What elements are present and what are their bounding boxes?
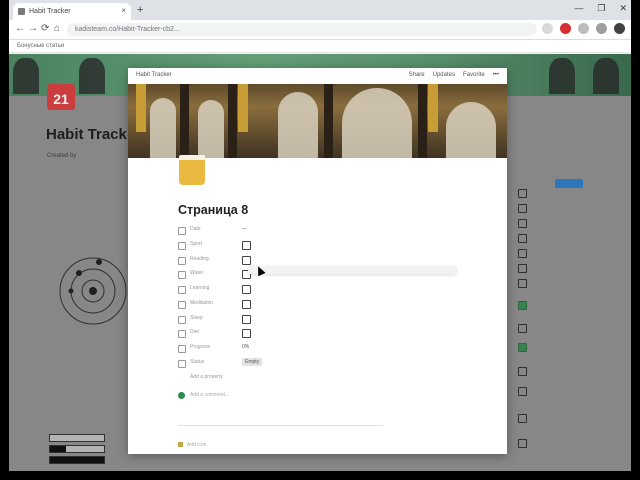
hover-tooltip (248, 266, 456, 274)
plus-icon (178, 375, 184, 381)
checkbox[interactable] (242, 329, 251, 338)
property-row-status[interactable]: Status Empty (178, 358, 498, 370)
property-name: Diet (190, 329, 199, 335)
comment-input[interactable]: Add a comment... (190, 392, 229, 398)
checkbox-property-icon (178, 301, 186, 309)
property-name: Sleep (190, 315, 203, 321)
checkbox-property-icon (178, 330, 186, 338)
select-tag[interactable]: Empty (242, 358, 263, 366)
url-input[interactable]: kadisteam.co/Habit-Tracker-cb2... (67, 23, 537, 36)
property-name: Status (190, 359, 205, 365)
share-button[interactable]: Share (409, 72, 425, 78)
window-controls: — ❐ ✕ (574, 3, 627, 14)
checkbox-property-icon (178, 316, 186, 324)
checkbox-property-icon (178, 271, 186, 279)
property-name: Sport (190, 241, 202, 247)
property-name: Reading (190, 256, 209, 262)
calendar-icon (178, 227, 186, 235)
opera-extension-icon[interactable] (560, 23, 571, 34)
property-row-checkbox[interactable]: Sport (178, 240, 498, 252)
divider (178, 425, 383, 426)
property-row-checkbox[interactable]: Learning (178, 284, 498, 296)
checkbox-property-icon (178, 242, 186, 250)
more-options-icon[interactable]: ••• (493, 72, 499, 78)
add-icon-row[interactable]: Add icon (178, 442, 206, 448)
page-title[interactable]: Страница 8 (178, 203, 248, 217)
beer-page-icon[interactable] (179, 155, 205, 185)
modal-cover-image (128, 84, 507, 158)
user-avatar (178, 392, 185, 399)
favorite-button[interactable]: Favorite (463, 72, 485, 78)
tab-title: Habit Tracker (29, 8, 71, 15)
property-name: Progress (190, 344, 211, 350)
close-tab-icon[interactable]: × (121, 6, 126, 15)
checkbox[interactable] (242, 315, 251, 324)
property-value: 0% (242, 344, 250, 350)
maximize-icon[interactable]: ❐ (597, 3, 605, 14)
add-icon-label: Add icon (187, 442, 207, 448)
checkbox-property-icon (178, 257, 186, 265)
property-row-checkbox[interactable]: Sleep (178, 314, 498, 326)
updates-button[interactable]: Updates (433, 72, 455, 78)
checkbox[interactable] (242, 256, 251, 265)
property-value[interactable]: — (242, 226, 247, 232)
browser-tab-bar: Habit Tracker × + — ❐ ✕ (9, 0, 631, 20)
page-modal: Habit Tracker Share Updates Favorite •••… (128, 68, 507, 454)
property-name: Meditation (190, 300, 214, 306)
icon-placeholder-icon (178, 442, 183, 448)
property-name: Date (190, 226, 201, 232)
property-name: Learning (190, 285, 210, 291)
minimize-icon[interactable]: — (574, 3, 583, 14)
checkbox-property-icon (178, 286, 186, 294)
screen: Habit Tracker × + — ❐ ✕ ← → ⟳ ⌂ kadistea… (9, 0, 631, 471)
browser-tab[interactable]: Habit Tracker × (13, 3, 131, 20)
extensions-area (542, 23, 625, 34)
property-row-progress[interactable]: Progress 0% (178, 343, 498, 355)
add-property-button[interactable]: Add a property (178, 373, 498, 385)
add-property-label: Add a property (190, 374, 223, 380)
checkbox[interactable] (242, 300, 251, 309)
reload-icon[interactable]: ⟳ (41, 23, 49, 34)
property-row-checkbox[interactable]: Diet (178, 328, 498, 340)
property-row-checkbox[interactable]: Meditation (178, 299, 498, 311)
bookmarks-bar: Бонусные статьи (9, 40, 631, 53)
extension-icon[interactable] (542, 23, 553, 34)
select-icon (178, 360, 186, 368)
back-icon[interactable]: ← (15, 23, 25, 34)
new-tab-button[interactable]: + (137, 4, 143, 16)
home-icon[interactable]: ⌂ (54, 23, 60, 34)
address-bar-row: ← → ⟳ ⌂ kadisteam.co/Habit-Tracker-cb2..… (9, 20, 631, 40)
breadcrumb[interactable]: Habit Tracker (136, 72, 172, 78)
notion-favicon-icon (18, 8, 25, 15)
forward-icon[interactable]: → (28, 23, 38, 34)
modal-topbar: Habit Tracker Share Updates Favorite ••• (128, 68, 507, 84)
formula-icon (178, 345, 186, 353)
close-window-icon[interactable]: ✕ (619, 3, 627, 14)
extension-icon[interactable] (578, 23, 589, 34)
checkbox[interactable] (242, 285, 251, 294)
profile-avatar-icon[interactable] (614, 23, 625, 34)
property-name: Water (190, 270, 204, 276)
checkbox[interactable] (242, 241, 251, 250)
extension-icon[interactable] (596, 23, 607, 34)
property-row-date[interactable]: Date — (178, 225, 498, 237)
bookmark-item[interactable]: Бонусные статьи (17, 43, 64, 49)
